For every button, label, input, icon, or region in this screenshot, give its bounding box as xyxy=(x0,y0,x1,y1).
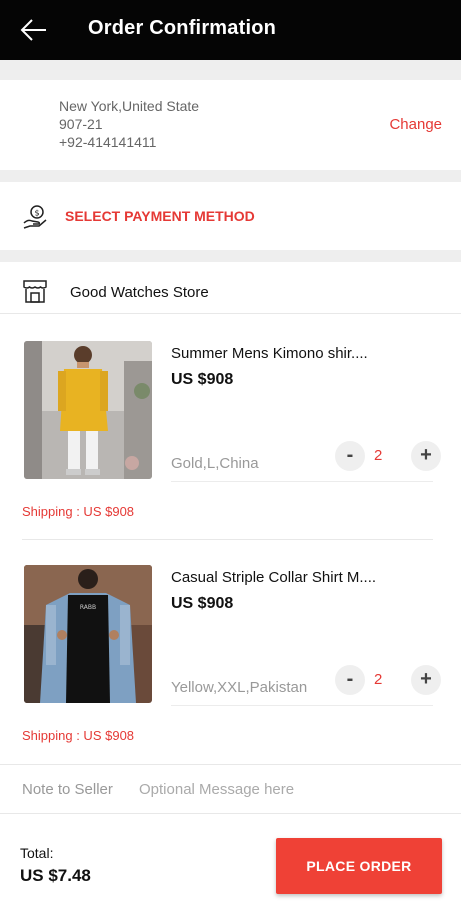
store-icon xyxy=(23,280,47,303)
store-header: Good Watches Store xyxy=(0,262,461,314)
product-variant: Gold,L,China xyxy=(171,455,259,472)
section-gap xyxy=(0,60,461,80)
section-gap xyxy=(0,250,461,262)
cart-item: Summer Mens Kimono shir.... US $908 Gold… xyxy=(0,341,461,541)
order-footer: Total: US $7.48 PLACE ORDER xyxy=(0,815,461,901)
change-address-link[interactable]: Change xyxy=(389,116,442,133)
arrow-left-icon xyxy=(20,19,46,41)
product-image: RABB xyxy=(24,565,152,703)
section-gap xyxy=(0,170,461,182)
place-order-button[interactable]: PLACE ORDER xyxy=(276,838,442,894)
quantity-value: 2 xyxy=(374,447,383,464)
page-title: Order Confirmation xyxy=(88,17,277,39)
product-variant: Yellow,XXL,Pakistan xyxy=(171,679,308,696)
note-input[interactable] xyxy=(135,775,435,803)
decrease-quantity-button[interactable]: - xyxy=(335,665,365,695)
address-line: New York,United State xyxy=(59,98,200,114)
product-price: US $908 xyxy=(171,595,234,612)
address-code: 907-21 xyxy=(59,116,103,132)
divider xyxy=(22,539,433,540)
address-phone: +92-414141411 xyxy=(59,134,157,150)
back-button[interactable] xyxy=(18,14,50,46)
divider xyxy=(171,481,433,482)
shipping-cost: Shipping : US $908 xyxy=(22,504,135,519)
product-title[interactable]: Casual Striple Collar Shirt M.... xyxy=(171,569,401,586)
store-name: Good Watches Store xyxy=(70,284,209,301)
divider xyxy=(171,705,433,706)
payment-method-label: SELECT PAYMENT METHOD xyxy=(65,208,255,224)
increase-quantity-button[interactable]: + xyxy=(411,441,441,471)
hand-coin-icon: $ xyxy=(23,205,47,229)
product-title[interactable]: Summer Mens Kimono shir.... xyxy=(171,345,401,362)
product-price: US $908 xyxy=(171,371,234,388)
total-value: US $7.48 xyxy=(20,866,91,885)
total-label: Total: xyxy=(20,845,54,861)
svg-text:RABB: RABB xyxy=(80,604,96,611)
increase-quantity-button[interactable]: + xyxy=(411,665,441,695)
svg-text:$: $ xyxy=(34,209,39,218)
app-header: Order Confirmation xyxy=(0,0,461,60)
note-to-seller: Note to Seller xyxy=(0,764,461,814)
select-payment-method[interactable]: $ SELECT PAYMENT METHOD xyxy=(0,182,461,250)
decrease-quantity-button[interactable]: - xyxy=(335,441,365,471)
cart-item: RABB Casual Striple Collar Shirt M.... U… xyxy=(0,565,461,765)
product-image xyxy=(24,341,152,479)
shipping-address: New York,United State 907-21 +92-4141414… xyxy=(0,80,461,170)
shipping-cost: Shipping : US $908 xyxy=(22,728,135,743)
quantity-value: 2 xyxy=(374,671,383,688)
note-label: Note to Seller xyxy=(22,781,113,798)
